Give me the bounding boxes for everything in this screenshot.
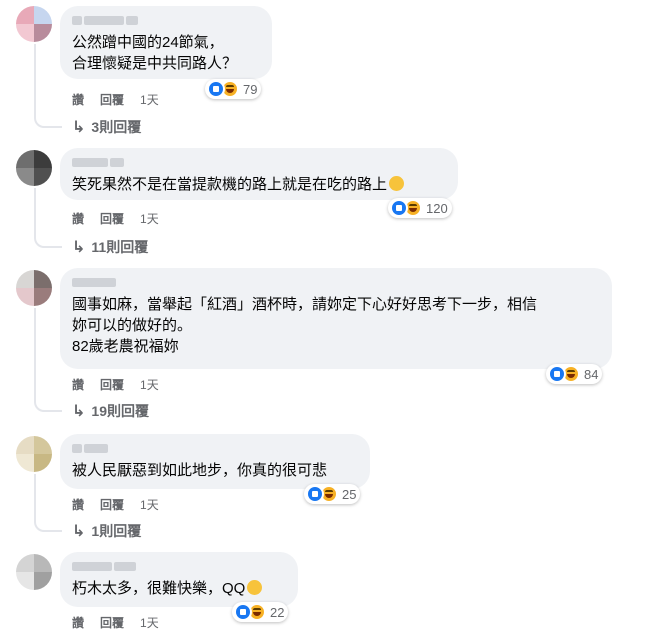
avatar-pixel [16, 288, 34, 306]
comment-timestamp[interactable]: 1天 [140, 614, 159, 631]
avatar-pixel [16, 554, 34, 572]
comment-timestamp[interactable]: 1天 [140, 496, 159, 513]
comment-actions: 讚 回覆 1天 [72, 496, 159, 513]
avatar-pixel [34, 436, 52, 454]
reaction-summary[interactable]: 79 [205, 79, 262, 99]
laughing-emoji-icon [247, 580, 263, 595]
view-replies-link[interactable]: ↳ 1則回覆 [72, 521, 141, 541]
avatar[interactable] [16, 554, 52, 590]
thumbs-up-reaction-icon [548, 365, 566, 383]
comment-actions: 讚 回覆 1天 [72, 210, 159, 227]
comment-bubble: 國事如麻，當舉起「紅酒」酒杯時，請妳定下心好好思考下一步，相信 妳可以的做好的。… [60, 268, 612, 369]
reaction-summary[interactable]: 22 [232, 602, 289, 622]
view-replies-link[interactable]: ↳ 19則回覆 [72, 401, 149, 421]
thread-connector [34, 390, 62, 412]
avatar-pixel [34, 24, 52, 42]
reply-arrow-icon: ↳ [72, 119, 86, 136]
replies-count-label: 3則回覆 [91, 119, 142, 135]
replies-count-label: 19則回覆 [91, 403, 149, 419]
like-button[interactable]: 讚 [72, 614, 84, 631]
avatar-pixel [16, 24, 34, 42]
comment-timestamp[interactable]: 1天 [140, 210, 159, 227]
thread-connector [34, 226, 62, 248]
view-replies-link[interactable]: ↳ 3則回覆 [72, 117, 141, 137]
avatar-pixel [16, 572, 34, 590]
avatar-pixel [34, 454, 52, 472]
avatar-pixel [16, 454, 34, 472]
reaction-summary[interactable]: 25 [304, 484, 361, 504]
avatar[interactable] [16, 150, 52, 186]
comment-bubble: 朽木太多，很難快樂，QQ [60, 552, 298, 607]
thread-line [34, 474, 36, 510]
reply-arrow-icon: ↳ [72, 523, 86, 540]
comment-actions: 讚 回覆 1天 [72, 376, 159, 393]
reaction-summary[interactable]: 84 [546, 364, 603, 384]
thread-connector [34, 106, 62, 128]
reaction-count: 25 [342, 486, 357, 502]
avatar-pixel [34, 572, 52, 590]
comment-text: 國事如麻，當舉起「紅酒」酒杯時，請妳定下心好好思考下一步，相信 妳可以的做好的。… [72, 296, 538, 355]
avatar-pixel [16, 270, 34, 288]
comment-bubble: 公然蹭中國的24節氣， 合理懷疑是中共同路人？ [60, 6, 272, 79]
avatar-pixel [34, 554, 52, 572]
thread-line [34, 44, 36, 106]
avatar[interactable] [16, 436, 52, 472]
author-name-blurred[interactable] [72, 156, 446, 168]
avatar-pixel [16, 168, 34, 186]
avatar[interactable] [16, 6, 52, 42]
comment-text: 朽木太多，很難快樂，QQ [72, 578, 286, 599]
reaction-count: 120 [426, 200, 448, 216]
replies-count-label: 1則回覆 [91, 523, 142, 539]
comment-timestamp[interactable]: 1天 [140, 376, 159, 393]
avatar-pixel [34, 150, 52, 168]
avatar-pixel [34, 6, 52, 24]
comment-bubble: 笑死果然不是在當提款機的路上就是在吃的路上 [60, 148, 458, 200]
view-replies-link[interactable]: ↳ 11則回覆 [72, 237, 148, 257]
comment-text: 笑死果然不是在當提款機的路上就是在吃的路上 [72, 174, 446, 195]
thread-connector [34, 510, 62, 532]
thumbs-up-reaction-icon [306, 485, 324, 503]
reply-arrow-icon: ↳ [72, 239, 86, 256]
comment-text: 被人民厭惡到如此地步，你真的很可悲 [72, 462, 328, 479]
avatar-pixel [34, 168, 52, 186]
thumbs-up-reaction-icon [390, 199, 408, 217]
reply-button[interactable]: 回覆 [100, 91, 124, 108]
reaction-count: 79 [243, 81, 258, 97]
comment-text: 公然蹭中國的24節氣， 合理懷疑是中共同路人？ [72, 34, 238, 72]
avatar-pixel [34, 288, 52, 306]
author-name-blurred[interactable] [72, 560, 286, 572]
reply-button[interactable]: 回覆 [100, 376, 124, 393]
reaction-count: 22 [270, 604, 285, 620]
thumbs-up-reaction-icon [207, 80, 225, 98]
thumbs-up-reaction-icon [234, 603, 252, 621]
like-button[interactable]: 讚 [72, 376, 84, 393]
reaction-summary[interactable]: 120 [388, 198, 452, 218]
reply-button[interactable]: 回覆 [100, 614, 124, 631]
like-button[interactable]: 讚 [72, 91, 84, 108]
comment-bubble: 被人民厭惡到如此地步，你真的很可悲 [60, 434, 370, 489]
reaction-count: 84 [584, 366, 599, 382]
reply-button[interactable]: 回覆 [100, 496, 124, 513]
laughing-emoji-icon [389, 176, 405, 191]
author-name-blurred[interactable] [72, 14, 260, 26]
avatar-pixel [16, 436, 34, 454]
avatar-pixel [16, 150, 34, 168]
comment-actions: 讚 回覆 1天 [72, 614, 159, 631]
avatar[interactable] [16, 270, 52, 306]
thread-line [34, 308, 36, 390]
comment-timestamp[interactable]: 1天 [140, 91, 159, 108]
author-name-blurred[interactable] [72, 442, 358, 454]
like-button[interactable]: 讚 [72, 210, 84, 227]
replies-count-label: 11則回覆 [91, 239, 149, 255]
author-name-blurred[interactable] [72, 276, 600, 288]
avatar-pixel [16, 6, 34, 24]
avatar-pixel [34, 270, 52, 288]
reply-button[interactable]: 回覆 [100, 210, 124, 227]
reply-arrow-icon: ↳ [72, 403, 86, 420]
comment-actions: 讚 回覆 1天 [72, 91, 159, 108]
like-button[interactable]: 讚 [72, 496, 84, 513]
thread-line [34, 188, 36, 226]
